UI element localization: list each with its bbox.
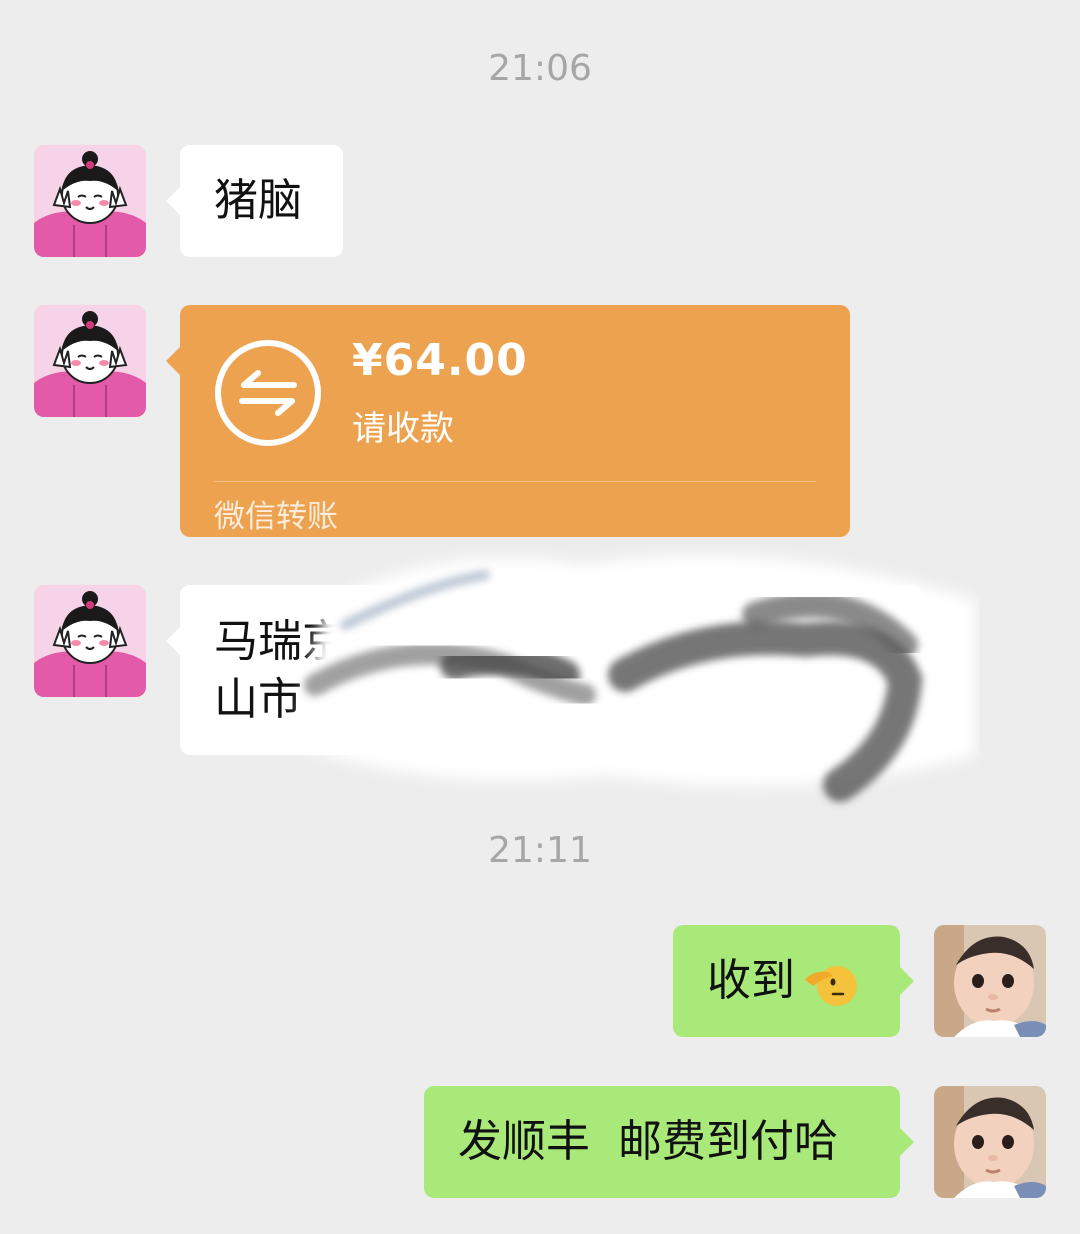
bubble-tail (900, 967, 914, 995)
message-bubble[interactable]: 猪脑 (166, 145, 343, 257)
message-bubble[interactable]: 收到 (673, 925, 914, 1037)
contact-avatar[interactable] (34, 145, 146, 257)
transfer-card[interactable]: ¥64.00 请收款 微信转账 (166, 305, 850, 537)
message-text: 发顺丰 邮费到付哈 (458, 1116, 838, 1167)
self-avatar[interactable] (934, 925, 1046, 1037)
message-text: 收到 (707, 955, 795, 1006)
saluting-face-emoji (805, 966, 857, 1006)
timestamp: 21:11 (488, 830, 592, 871)
transfer-footer: 微信转账 (214, 499, 338, 535)
message-bubble[interactable]: 发顺丰 邮费到付哈 (424, 1086, 914, 1198)
self-avatar[interactable] (934, 1086, 1046, 1198)
baby-avatar-icon (934, 925, 1046, 1037)
contact-avatar[interactable] (34, 305, 146, 417)
baby-avatar-icon (934, 1086, 1046, 1198)
transfer-status: 请收款 (352, 409, 454, 449)
bubble-tail (900, 1128, 914, 1156)
transfer-amount: ¥64.00 (352, 335, 528, 386)
girl-avatar-icon (34, 145, 146, 257)
redaction-scribble (295, 555, 975, 802)
bubble-tail (166, 347, 180, 375)
contact-avatar[interactable] (34, 585, 146, 697)
transfer-arrows-icon (215, 340, 321, 446)
transfer-divider (214, 481, 816, 482)
bubble-tail (166, 627, 180, 655)
bubble-tail (166, 187, 180, 215)
girl-avatar-icon (34, 305, 146, 417)
message-text: 猪脑 (214, 175, 302, 226)
girl-avatar-icon (34, 585, 146, 697)
timestamp: 21:06 (488, 48, 592, 89)
